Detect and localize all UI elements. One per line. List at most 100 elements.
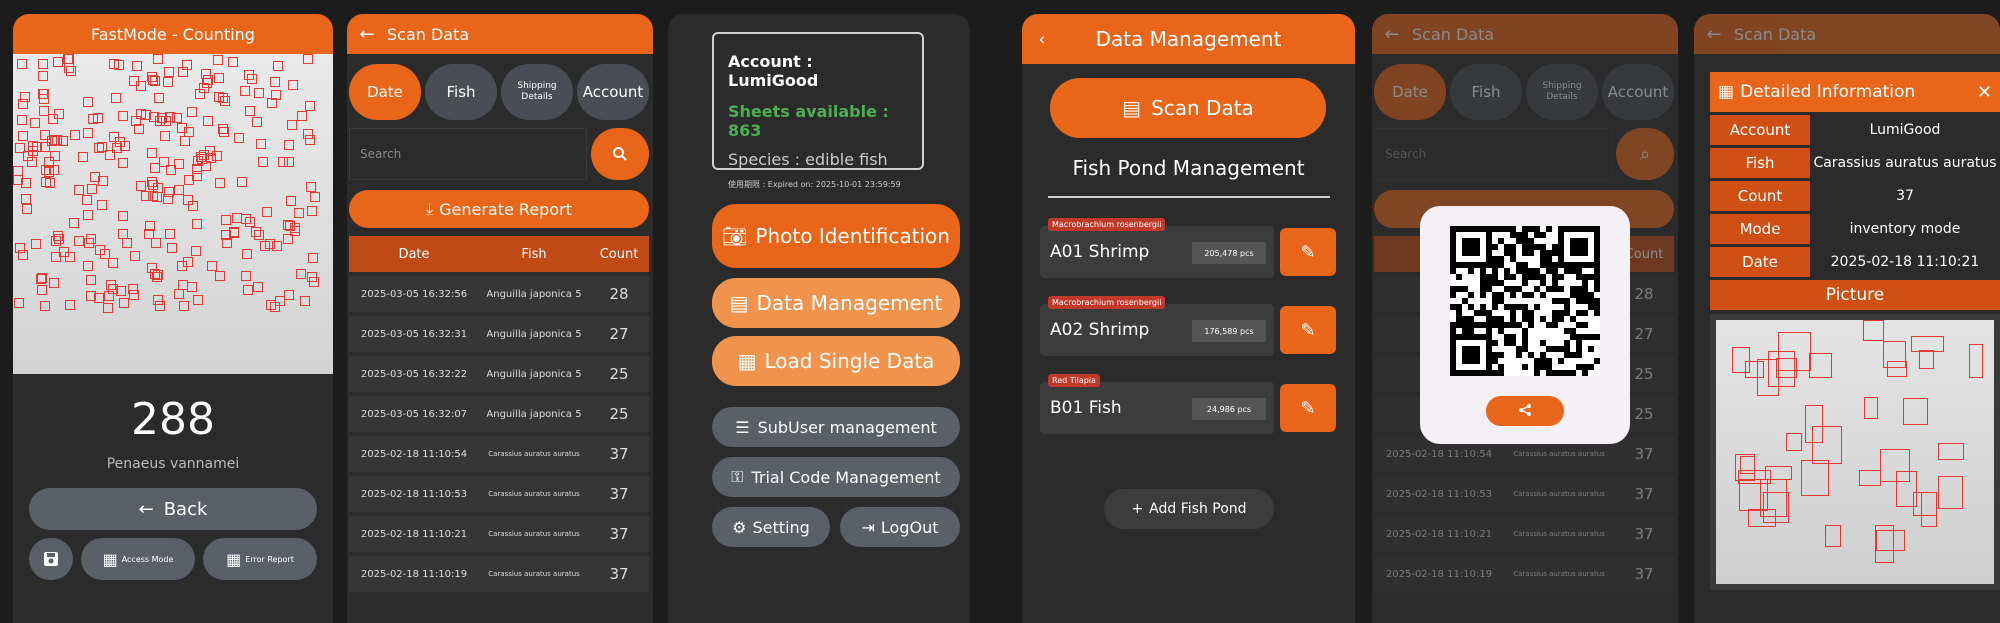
pond-card[interactable]: Macrobrachium rosenbergii A02 Shrimp 176… bbox=[1040, 296, 1274, 356]
access-mode-button[interactable]: ▦ Access Mode bbox=[81, 538, 195, 580]
detection-box bbox=[155, 116, 165, 126]
main-menu-screen: Account : LumiGood Sheets available : 86… bbox=[668, 14, 970, 623]
tab-account[interactable]: Account bbox=[1602, 64, 1674, 120]
setting-label: Setting bbox=[752, 517, 810, 537]
tab-date[interactable]: Date bbox=[349, 64, 421, 120]
table-row[interactable]: 2025-03-05 16:32:56 Anguilla japonica 5 28 bbox=[349, 276, 649, 312]
detail-key: Mode bbox=[1710, 214, 1810, 244]
table-row[interactable]: 2025-03-05 16:32:22 Anguilla japonica 5 25 bbox=[349, 356, 649, 392]
generate-report-button[interactable]: ⤓ Generate Report bbox=[349, 190, 649, 228]
logout-button[interactable]: ⇥ LogOut bbox=[840, 507, 960, 547]
subuser-management-button[interactable]: ☰ SubUser management bbox=[712, 407, 960, 447]
table-row[interactable]: 2025-02-18 11:10:53 Carassius auratus aur… bbox=[1374, 476, 1674, 512]
pond-name: A02 Shrimp bbox=[1050, 320, 1150, 340]
table-row[interactable]: 2025-02-18 11:10:21 Carassius auratus aur… bbox=[349, 516, 649, 552]
detection-box bbox=[154, 93, 164, 103]
back-button[interactable]: ← Back bbox=[29, 488, 317, 530]
data-management-button[interactable]: ▤ Data Management bbox=[712, 278, 960, 328]
species-type: Species : edible fish bbox=[728, 150, 888, 169]
tab-shipping-details[interactable]: Shipping Details bbox=[1526, 64, 1598, 120]
detection-box bbox=[78, 152, 88, 162]
scan-data-button[interactable]: ▤ Scan Data bbox=[1050, 78, 1326, 138]
add-fish-pond-button[interactable]: + Add Fish Pond bbox=[1104, 489, 1274, 529]
arrow-left-icon[interactable]: ← bbox=[1694, 24, 1734, 45]
search-button[interactable]: ⌕ bbox=[1616, 128, 1674, 180]
table-row[interactable]: 2025-03-05 16:32:31 Anguilla japonica 5 27 bbox=[349, 316, 649, 352]
detection-box bbox=[18, 131, 28, 141]
detection-box bbox=[111, 93, 121, 103]
detection-box bbox=[241, 271, 251, 281]
share-button[interactable] bbox=[1486, 396, 1564, 426]
detail-row: Fish Carassius auratus auratus bbox=[1710, 148, 2000, 178]
detection-box bbox=[88, 114, 98, 124]
detection-box bbox=[228, 57, 238, 67]
detection-box bbox=[87, 184, 97, 194]
save-button[interactable] bbox=[29, 538, 73, 580]
detection-box bbox=[54, 109, 64, 119]
account-name: Account : LumiGood bbox=[728, 52, 819, 90]
screen-title: FastMode - Counting bbox=[91, 24, 255, 44]
edit-button[interactable]: ✎ bbox=[1280, 384, 1336, 432]
detection-box bbox=[1859, 470, 1881, 486]
table-row[interactable]: 2025-02-18 11:10:21 Carassius auratus aur… bbox=[1374, 516, 1674, 552]
table-row[interactable]: 2025-02-18 11:10:19 Carassius auratus aur… bbox=[349, 556, 649, 592]
close-icon[interactable]: ✕ bbox=[1977, 82, 1992, 103]
search-button[interactable] bbox=[591, 128, 649, 180]
picture-header: Picture bbox=[1710, 280, 2000, 310]
detection-box bbox=[38, 59, 48, 69]
pond-card[interactable]: Red Tilapia B01 Fish 24,986 pcs bbox=[1040, 374, 1274, 434]
qr-icon: ▦ bbox=[226, 549, 242, 569]
column-date: Date bbox=[398, 246, 430, 262]
pencil-icon: ✎ bbox=[1300, 397, 1316, 419]
search-input[interactable]: Search bbox=[1374, 128, 1612, 180]
edit-button[interactable]: ✎ bbox=[1280, 228, 1336, 276]
detection-box bbox=[83, 210, 93, 220]
tab-fish[interactable]: Fish bbox=[1450, 64, 1522, 120]
qr-code bbox=[1450, 226, 1600, 376]
detection-box bbox=[193, 295, 203, 305]
detection-box bbox=[1919, 350, 1934, 369]
table-row[interactable]: 2025-02-18 11:10:19 Carassius auratus aur… bbox=[1374, 556, 1674, 592]
screen-title: Scan Data bbox=[1412, 24, 1495, 44]
row-fish: Anguilla japonica 5 bbox=[486, 408, 582, 420]
add-fish-pond-label: Add Fish Pond bbox=[1149, 501, 1247, 517]
detection-box bbox=[243, 285, 253, 295]
detailed-information-dialog: ▦ Detailed Information ✕ Account LumiGood… bbox=[1710, 72, 2000, 623]
detection-box bbox=[1863, 320, 1884, 341]
table-row[interactable]: 2025-02-18 11:10:54 Carassius auratus aur… bbox=[349, 436, 649, 472]
table-row[interactable]: 2025-03-05 16:32:07 Anguilla japonica 5 25 bbox=[349, 396, 649, 432]
load-single-data-button[interactable]: ▦ Load Single Data bbox=[712, 336, 960, 386]
search-input[interactable]: Search bbox=[349, 128, 587, 180]
photo-identification-button[interactable]: 📷︎ Photo Identification bbox=[712, 204, 960, 268]
detection-box bbox=[188, 201, 198, 211]
trial-code-management-button[interactable]: ⚿ Trial Code Management bbox=[712, 457, 960, 497]
tab-date[interactable]: Date bbox=[1374, 64, 1446, 120]
row-date: 2025-02-18 11:10:21 bbox=[360, 528, 468, 540]
edit-button[interactable]: ✎ bbox=[1280, 306, 1336, 354]
screen-title: Data Management bbox=[1095, 27, 1282, 51]
chevron-left-icon[interactable]: ‹ bbox=[1022, 29, 1062, 50]
arrow-left-icon[interactable]: ← bbox=[347, 24, 387, 45]
detection-box bbox=[86, 291, 96, 301]
detection-box bbox=[14, 298, 24, 308]
row-date: 2025-03-05 16:32:22 bbox=[360, 368, 468, 380]
sheets-available: Sheets available : 863 bbox=[728, 102, 889, 140]
camera-icon: 📷︎ bbox=[722, 224, 748, 248]
detail-row: Mode inventory mode bbox=[1710, 214, 2000, 244]
detail-key: Count bbox=[1710, 181, 1810, 211]
detection-box bbox=[260, 241, 270, 251]
tab-fish[interactable]: Fish bbox=[425, 64, 497, 120]
scan-data-label: Scan Data bbox=[1151, 96, 1254, 120]
tab-account[interactable]: Account bbox=[577, 64, 649, 120]
detection-box bbox=[287, 120, 297, 130]
setting-button[interactable]: ⚙ Setting bbox=[712, 507, 830, 547]
tab-shipping-details[interactable]: Shipping Details bbox=[501, 64, 573, 120]
detection-box bbox=[283, 220, 293, 230]
detection-box bbox=[178, 67, 188, 77]
detection-box bbox=[141, 110, 151, 120]
error-report-button[interactable]: ▦ Error Report bbox=[203, 538, 317, 580]
table-row[interactable]: 2025-02-18 11:10:53 Carassius auratus aur… bbox=[349, 476, 649, 512]
pond-card[interactable]: Macrobrachium rosenbergii A01 Shrimp 205… bbox=[1040, 218, 1274, 278]
arrow-left-icon[interactable]: ← bbox=[1372, 24, 1412, 45]
plus-icon: + bbox=[1131, 501, 1144, 517]
